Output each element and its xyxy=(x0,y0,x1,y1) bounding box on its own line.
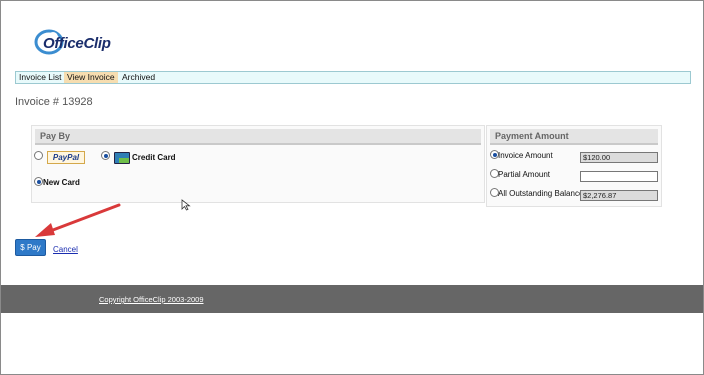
invoice-title: Invoice # 13928 xyxy=(15,96,93,108)
mouse-cursor-icon xyxy=(181,199,191,211)
pay-by-panel: Pay By xyxy=(31,125,485,203)
paypal-logo[interactable]: PayPal xyxy=(47,151,85,164)
tab-view-invoice[interactable]: View Invoice xyxy=(64,72,118,83)
all-outstanding-field: $2,276.87 xyxy=(580,190,658,201)
new-card-radio[interactable] xyxy=(34,177,43,186)
payment-amount-heading: Payment Amount xyxy=(490,129,658,145)
invoice-amount-field: $120.00 xyxy=(580,152,658,163)
partial-amount-input[interactable] xyxy=(580,171,658,182)
invoice-amount-label: Invoice Amount xyxy=(498,151,553,160)
credit-card-label: Credit Card xyxy=(132,153,176,162)
all-outstanding-label: All Outstanding Balance xyxy=(498,189,584,198)
credit-card-icon xyxy=(114,152,130,164)
cancel-link[interactable]: Cancel xyxy=(53,245,78,254)
pay-button[interactable]: $ Pay xyxy=(15,239,46,256)
copyright-link[interactable]: Copyright OfficeClip 2003-2009 xyxy=(99,295,204,304)
logo-text: OfficeClip xyxy=(43,35,111,52)
officeclip-logo: OfficeClip xyxy=(33,21,133,57)
footer: Copyright OfficeClip 2003-2009 xyxy=(1,285,703,313)
tab-archived[interactable]: Archived xyxy=(119,72,158,83)
page-frame: OfficeClip Invoice List View Invoice Arc… xyxy=(0,0,704,375)
annotation-arrow-icon xyxy=(35,203,121,237)
paypal-radio[interactable] xyxy=(34,151,43,160)
tab-invoice-list[interactable]: Invoice List xyxy=(16,72,65,83)
new-card-label: New Card xyxy=(43,178,80,187)
tab-bar: Invoice List View Invoice Archived xyxy=(15,71,691,84)
pay-by-heading: Pay By xyxy=(35,129,481,145)
credit-card-radio[interactable] xyxy=(101,151,110,160)
partial-amount-label: Partial Amount xyxy=(498,170,551,179)
